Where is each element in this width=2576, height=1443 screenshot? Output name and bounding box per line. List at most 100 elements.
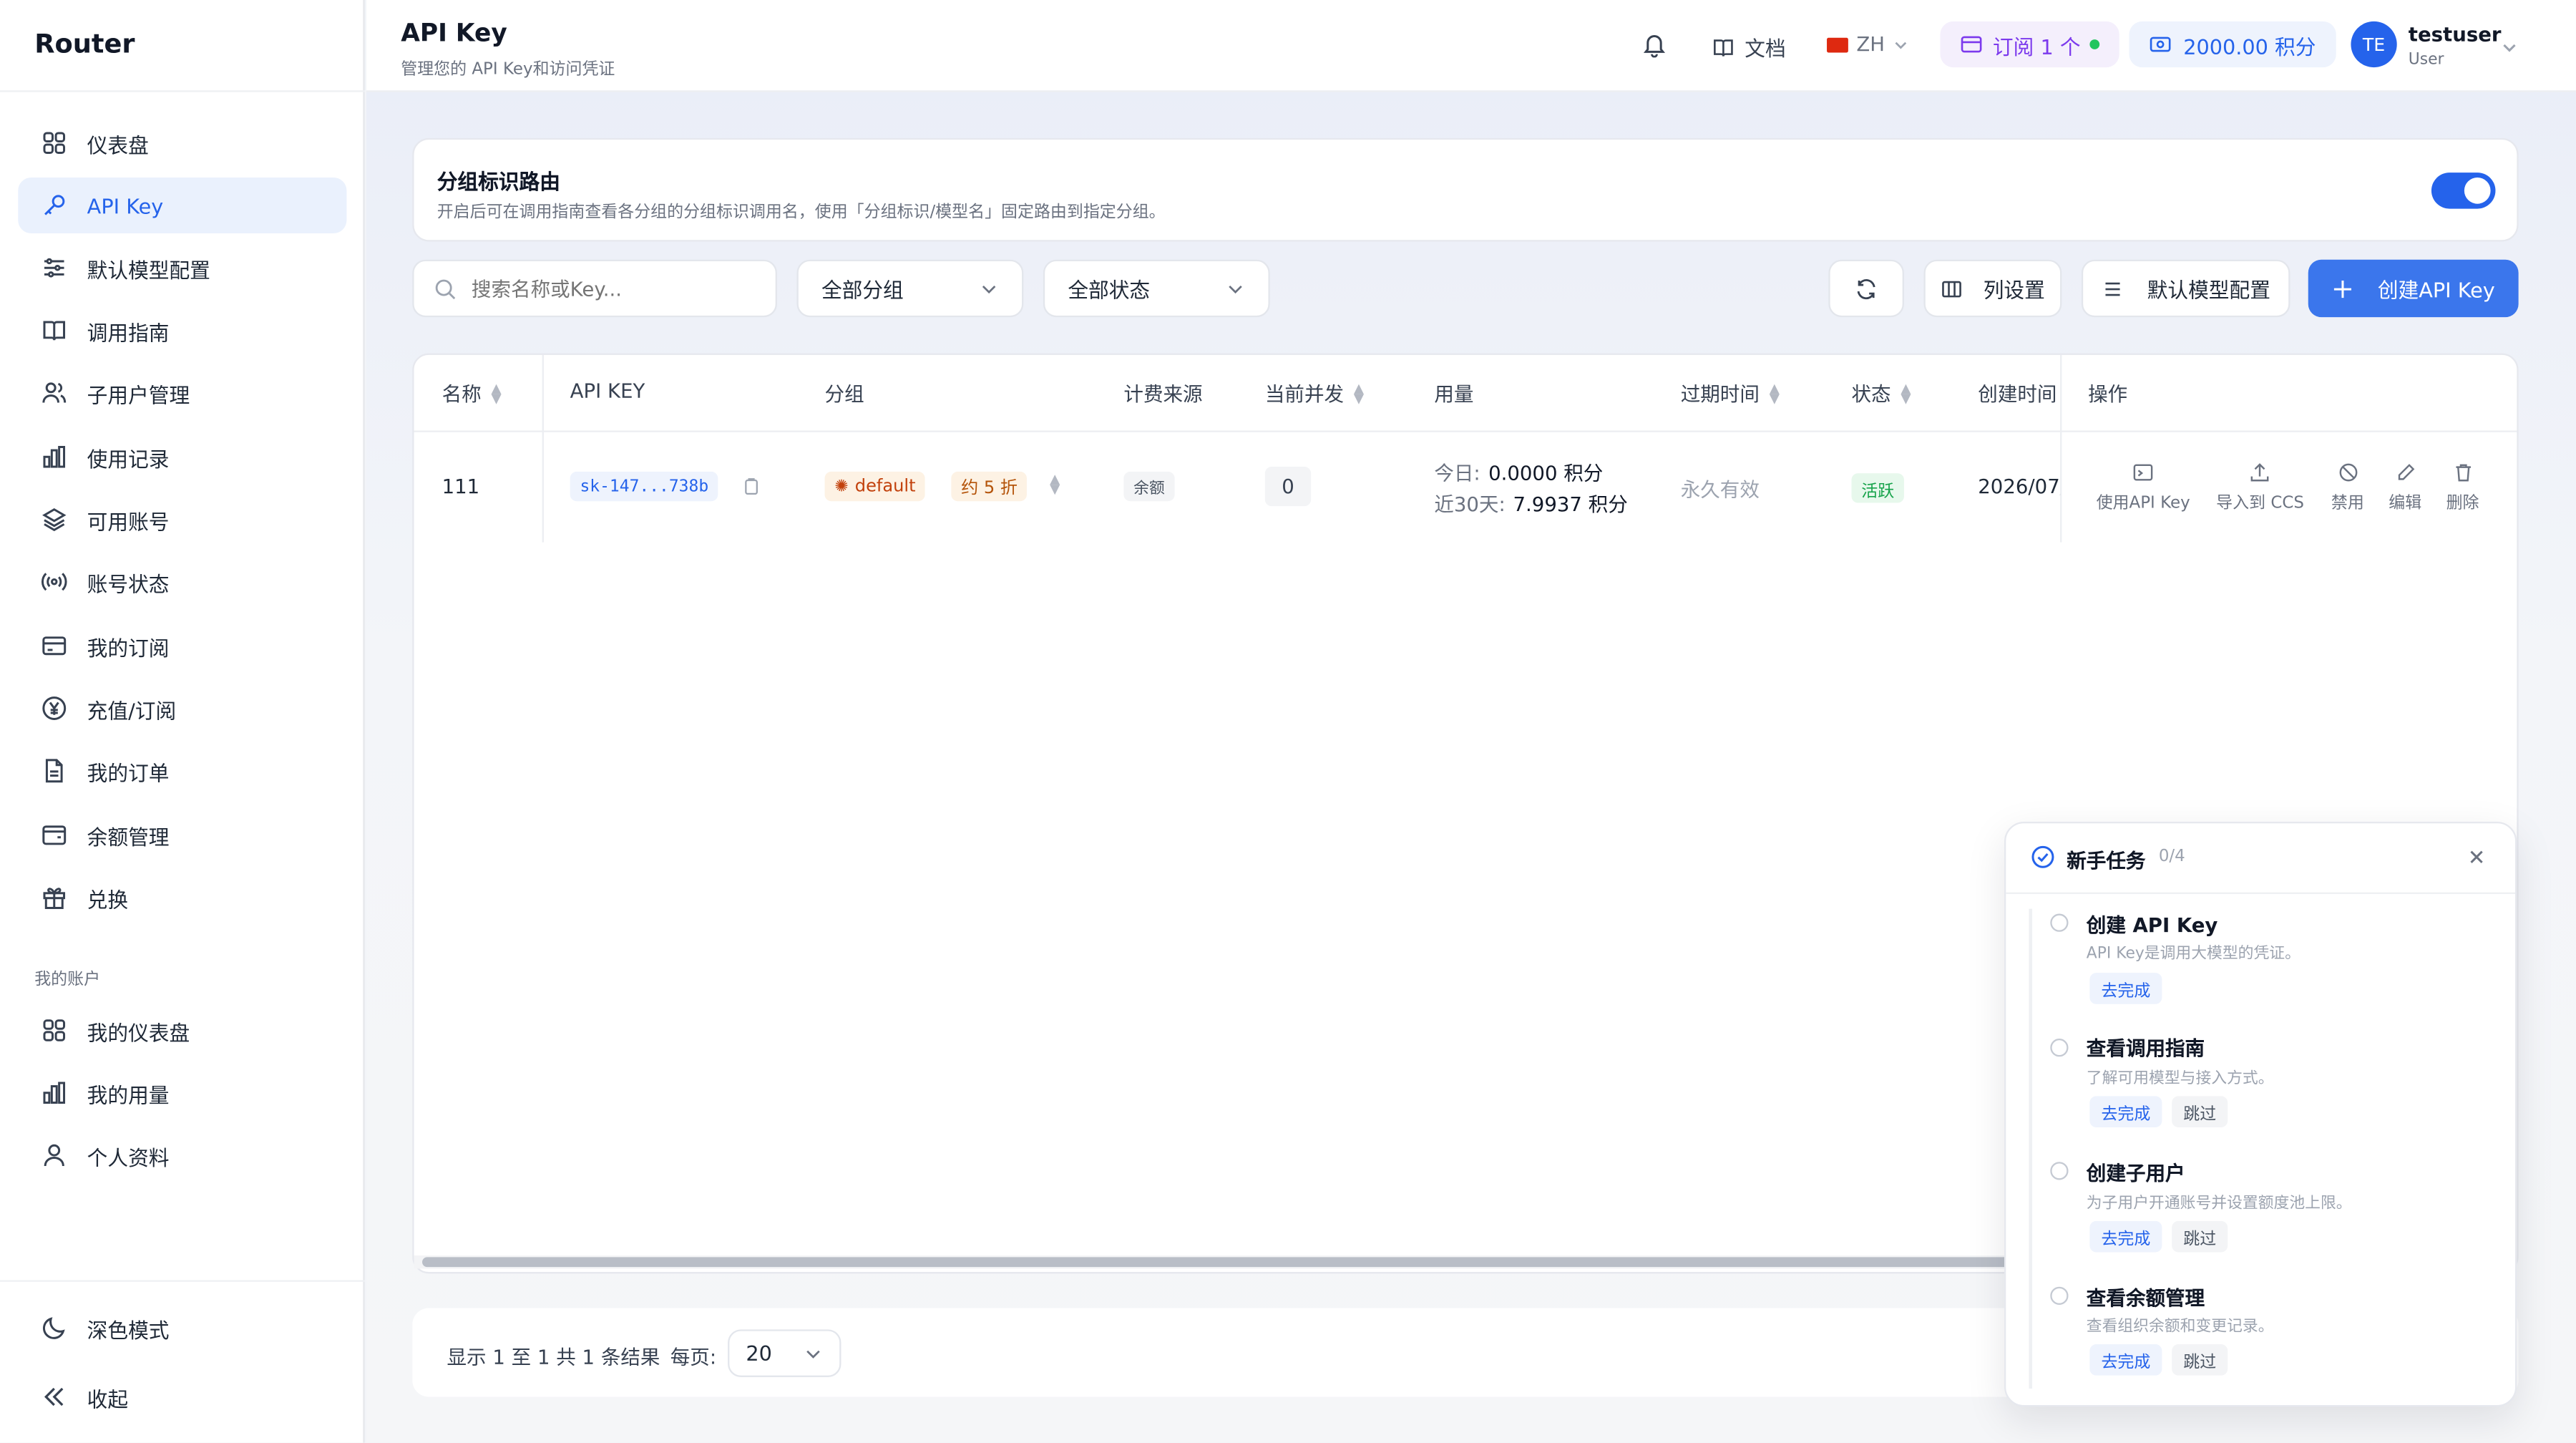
key-icon bbox=[44, 195, 65, 215]
dark-mode-toggle[interactable]: 深色模式 bbox=[18, 1300, 346, 1356]
task-skip-button[interactable]: 跳过 bbox=[2172, 1220, 2228, 1253]
col-header-name[interactable]: 名称 ▲ ▼ bbox=[442, 379, 502, 407]
status-filter-select[interactable]: 全部状态 bbox=[1043, 259, 1270, 318]
search-input[interactable] bbox=[471, 276, 751, 301]
create-api-key-label: 创建API Key bbox=[2377, 278, 2495, 303]
sidebar-item-dashboard[interactable]: 仪表盘 bbox=[18, 115, 346, 171]
refresh-button[interactable] bbox=[1828, 259, 1904, 318]
delete-button[interactable]: 删除 bbox=[2446, 462, 2479, 512]
task-go-button[interactable]: 去完成 bbox=[2089, 1344, 2162, 1376]
sidebar-item-accounts[interactable]: 可用账号 bbox=[18, 491, 346, 547]
chevron-down-icon[interactable] bbox=[2500, 38, 2518, 56]
col-header-label: 当前并发 bbox=[1264, 382, 1345, 407]
task-checkbox[interactable] bbox=[2050, 1162, 2069, 1180]
moon-icon bbox=[42, 1317, 65, 1339]
routing-toggle[interactable] bbox=[2431, 173, 2496, 209]
bar-chart-icon bbox=[43, 1082, 66, 1104]
sidebar-item-orders[interactable]: 我的订单 bbox=[18, 743, 346, 799]
sidebar-item-account-status[interactable]: 账号状态 bbox=[18, 554, 346, 610]
task-go-button[interactable]: 去完成 bbox=[2089, 1096, 2162, 1127]
edit-icon bbox=[2397, 464, 2414, 480]
sidebar-item-default-model[interactable]: 默认模型配置 bbox=[18, 240, 346, 296]
wallet-icon bbox=[42, 825, 67, 845]
sidebar-item-balance[interactable]: 余额管理 bbox=[18, 807, 346, 863]
divider bbox=[0, 90, 365, 92]
group-filter-select[interactable]: 全部分组 bbox=[796, 259, 1024, 318]
use-api-key-button[interactable]: 使用API Key bbox=[2097, 462, 2190, 512]
edit-button[interactable]: 编辑 bbox=[2389, 462, 2421, 512]
disable-button[interactable]: 禁用 bbox=[2331, 462, 2364, 512]
task-skip-button[interactable]: 跳过 bbox=[2172, 1344, 2228, 1376]
bell-icon bbox=[1643, 35, 1666, 58]
task-go-button[interactable]: 去完成 bbox=[2089, 973, 2162, 1004]
book-icon bbox=[43, 321, 66, 341]
search-box[interactable] bbox=[412, 259, 777, 318]
group-tag-label: default bbox=[854, 476, 916, 497]
sidebar-item-redeem[interactable]: 兑换 bbox=[18, 870, 346, 925]
avatar[interactable]: TE bbox=[2351, 21, 2397, 68]
task-checkbox[interactable] bbox=[2050, 1286, 2069, 1305]
col-header-expiry[interactable]: 过期时间 ▲ ▼ bbox=[1681, 379, 1780, 407]
sidebar-item-api-key[interactable]: API Key bbox=[18, 177, 347, 234]
username: testuser bbox=[2408, 23, 2502, 47]
subscription-label: 订阅 1 个 bbox=[1992, 34, 2081, 59]
notifications-button[interactable] bbox=[1641, 31, 1668, 58]
sidebar-item-label: 充值/订阅 bbox=[87, 697, 177, 723]
sidebar-item-label: 我的用量 bbox=[87, 1082, 170, 1107]
create-api-key-button[interactable]: 创建API Key bbox=[2308, 259, 2519, 318]
language-label: ZH bbox=[1856, 32, 1885, 57]
api-key-value[interactable]: sk-147...738b bbox=[570, 471, 718, 502]
sidebar-item-recharge[interactable]: 充值/订阅 bbox=[18, 681, 346, 737]
col-header-label: 过期时间 bbox=[1680, 382, 1760, 407]
close-icon[interactable] bbox=[2467, 848, 2485, 866]
sidebar-item-label: 我的订阅 bbox=[87, 635, 170, 660]
credits-label: 2000.00 积分 bbox=[2183, 34, 2316, 59]
document-icon bbox=[45, 759, 63, 783]
book-icon bbox=[1714, 39, 1733, 56]
task-title: 创建 API Key bbox=[2086, 913, 2218, 937]
sidebar-section-label: 我的账户 bbox=[34, 971, 101, 990]
docs-link[interactable]: 文档 bbox=[1712, 31, 1786, 63]
sidebar-item-subscription[interactable]: 我的订阅 bbox=[18, 618, 346, 674]
sidebar-item-label: 可用账号 bbox=[87, 508, 170, 534]
language-select[interactable]: ZH bbox=[1827, 33, 1909, 56]
copy-icon[interactable] bbox=[741, 477, 761, 497]
refresh-icon bbox=[1857, 278, 1875, 298]
flag-cn-icon bbox=[1827, 37, 1848, 52]
import-ccs-button[interactable]: 导入到 CCS bbox=[2216, 462, 2304, 512]
usage-today-value: 0.0000 积分 bbox=[1488, 462, 1604, 485]
task-checkbox[interactable] bbox=[2050, 913, 2069, 932]
column-settings-button[interactable]: 列设置 bbox=[1923, 259, 2062, 318]
per-page-select[interactable]: 20 bbox=[728, 1329, 841, 1377]
col-header-status[interactable]: 状态 ▲ ▼ bbox=[1851, 379, 1911, 407]
task-timeline bbox=[2029, 908, 2033, 1389]
panel-divider bbox=[2006, 892, 2516, 894]
col-header-concurrency[interactable]: 当前并发 ▲ ▼ bbox=[1265, 379, 1364, 407]
col-header-group: 分组 bbox=[825, 379, 864, 407]
use-api-key-label: 使用API Key bbox=[2096, 495, 2190, 513]
sidebar-item-guide[interactable]: 调用指南 bbox=[18, 302, 346, 358]
sidebar-item-usage-records[interactable]: 使用记录 bbox=[18, 429, 346, 485]
sidebar-item-profile[interactable]: 个人资料 bbox=[18, 1127, 346, 1183]
task-checkbox[interactable] bbox=[2050, 1039, 2069, 1057]
subscription-badge[interactable]: 订阅 1 个 bbox=[1940, 21, 2120, 68]
task-skip-button[interactable]: 跳过 bbox=[2172, 1096, 2228, 1127]
sidebar-item-my-dashboard[interactable]: 我的仪表盘 bbox=[18, 1002, 346, 1058]
sidebar-item-subusers[interactable]: 子用户管理 bbox=[18, 365, 346, 421]
task-description: API Key是调用大模型的凭证。 bbox=[2086, 945, 2301, 963]
horizontal-scrollbar[interactable] bbox=[422, 1257, 2065, 1268]
collapse-sidebar-button[interactable]: 收起 bbox=[18, 1369, 346, 1424]
task-go-button[interactable]: 去完成 bbox=[2089, 1220, 2162, 1253]
routing-title: 分组标识路由 bbox=[436, 169, 560, 194]
divider bbox=[0, 1280, 365, 1282]
col-header-created[interactable]: 创建时间 bbox=[1978, 379, 2060, 407]
card-icon bbox=[42, 636, 67, 656]
col-header-label: API KEY bbox=[570, 379, 645, 403]
default-model-button[interactable]: 默认模型配置 bbox=[2081, 259, 2290, 318]
sidebar-item-my-usage[interactable]: 我的用量 bbox=[18, 1065, 346, 1121]
group-switch-icon[interactable]: ▲ ▼ bbox=[1050, 472, 1060, 495]
dashboard-icon bbox=[43, 1019, 66, 1041]
credits-badge[interactable]: 2000.00 积分 bbox=[2129, 21, 2336, 68]
brand-logo[interactable]: Router bbox=[34, 28, 135, 59]
chevron-down-icon bbox=[1229, 284, 1242, 293]
